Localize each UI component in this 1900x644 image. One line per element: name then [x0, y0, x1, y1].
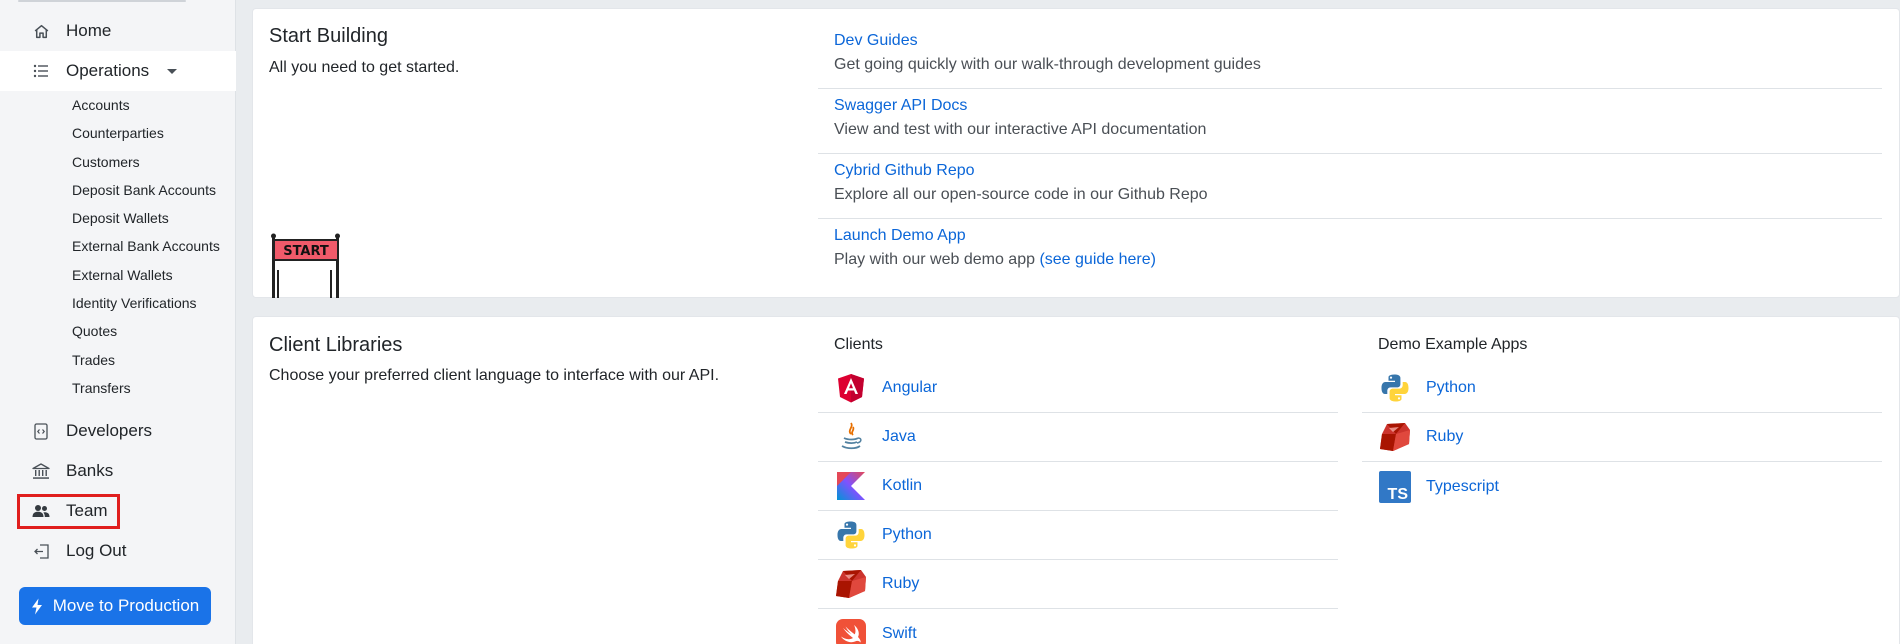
demo-typescript-link[interactable]: Typescript: [1426, 478, 1499, 496]
clients-heading: Clients: [834, 336, 883, 353]
list-item: Angular: [818, 364, 1338, 413]
sidebar-item-label: Banks: [66, 461, 114, 480]
ruby-icon: [834, 567, 868, 601]
list-item: TS Typescript: [1362, 462, 1882, 511]
demo-apps-heading: Demo Example Apps: [1378, 336, 1528, 353]
client-angular-link[interactable]: Angular: [882, 379, 937, 397]
list-item: Python: [1362, 364, 1882, 413]
sidebar-subitem-customers[interactable]: Customers: [72, 152, 140, 172]
see-guide-link[interactable]: (see guide here): [1039, 251, 1156, 268]
client-kotlin-link[interactable]: Kotlin: [882, 477, 922, 495]
bank-icon: [32, 462, 50, 480]
sidebar-subitem-deposit-bank-accounts[interactable]: Deposit Bank Accounts: [72, 180, 216, 200]
list-item: Kotlin: [818, 462, 1338, 511]
sidebar-top-divider: [18, 0, 186, 2]
list-item: Swagger API Docs View and test with our …: [818, 89, 1882, 154]
code-file-icon: [32, 422, 50, 440]
client-swift-link[interactable]: Swift: [882, 625, 917, 643]
start-banner-text: START: [283, 244, 329, 259]
sidebar-subitem-trades[interactable]: Trades: [72, 350, 115, 370]
sidebar-subitem-quotes[interactable]: Quotes: [72, 321, 117, 341]
link-description: View and test with our interactive API d…: [834, 121, 1207, 138]
logout-icon: [32, 542, 50, 560]
list-icon: [32, 62, 50, 80]
python-icon: [1378, 371, 1412, 405]
lightning-icon: [31, 598, 43, 615]
cybrid-github-repo-link[interactable]: Cybrid Github Repo: [834, 162, 975, 180]
sidebar-item-home[interactable]: Home: [0, 11, 236, 51]
start-building-title: Start Building: [269, 25, 388, 47]
sidebar-subitem-deposit-wallets[interactable]: Deposit Wallets: [72, 208, 169, 228]
swagger-api-docs-link[interactable]: Swagger API Docs: [834, 97, 967, 115]
move-to-production-label: Move to Production: [52, 596, 200, 615]
team-highlight-box: [17, 494, 120, 529]
start-building-subtitle: All you need to get started.: [269, 59, 460, 76]
sidebar: Home Operations Accounts Counterparties …: [0, 0, 236, 644]
link-description: Get going quickly with our walk-through …: [834, 56, 1261, 73]
chevron-down-icon[interactable]: [167, 68, 178, 74]
list-item: Swift: [818, 609, 1338, 644]
launch-demo-app-link[interactable]: Launch Demo App: [834, 227, 966, 245]
home-icon: [32, 22, 50, 40]
list-item: Launch Demo App Play with our web demo a…: [818, 219, 1882, 284]
typescript-icon: TS: [1378, 470, 1412, 504]
sidebar-item-operations[interactable]: Operations: [0, 51, 236, 91]
java-icon: [834, 420, 868, 454]
sidebar-item-banks[interactable]: Banks: [0, 451, 236, 491]
sidebar-item-label: Developers: [66, 421, 152, 440]
angular-icon: [834, 371, 868, 405]
list-item: Cybrid Github Repo Explore all our open-…: [818, 154, 1882, 219]
list-item: Ruby: [818, 560, 1338, 609]
client-java-link[interactable]: Java: [882, 428, 916, 446]
link-description: Play with our web demo app (see guide he…: [834, 251, 1156, 269]
python-icon: [834, 518, 868, 552]
client-python-link[interactable]: Python: [882, 526, 932, 544]
client-libraries-title: Client Libraries: [269, 334, 403, 356]
kotlin-icon: [834, 469, 868, 503]
client-libraries-subtitle: Choose your preferred client language to…: [269, 367, 720, 384]
sidebar-item-label: Home: [66, 21, 112, 40]
link-description-text: Play with our web demo app: [834, 251, 1035, 268]
move-to-production-button[interactable]: Move to Production: [19, 587, 211, 625]
svg-text:TS: TS: [1388, 486, 1409, 503]
list-item: Java: [818, 413, 1338, 462]
sidebar-subitem-transfers[interactable]: Transfers: [72, 378, 131, 398]
sidebar-subitem-counterparties[interactable]: Counterparties: [72, 123, 164, 143]
client-ruby-link[interactable]: Ruby: [882, 575, 919, 593]
sidebar-subitem-accounts[interactable]: Accounts: [72, 95, 130, 115]
sidebar-item-developers[interactable]: Developers: [0, 411, 236, 451]
list-item: Ruby: [1362, 413, 1882, 462]
sidebar-subitem-external-bank-accounts[interactable]: External Bank Accounts: [72, 236, 220, 256]
demo-ruby-link[interactable]: Ruby: [1426, 428, 1463, 446]
sidebar-item-logout[interactable]: Log Out: [0, 531, 236, 571]
sidebar-subitem-external-wallets[interactable]: External Wallets: [72, 265, 173, 285]
sidebar-item-label: Operations: [66, 61, 150, 80]
ruby-icon: [1378, 420, 1412, 454]
list-item: Python: [818, 511, 1338, 560]
dev-guides-link[interactable]: Dev Guides: [834, 32, 918, 50]
link-description: Explore all our open-source code in our …: [834, 186, 1208, 203]
swift-icon: [834, 617, 868, 644]
demo-python-link[interactable]: Python: [1426, 379, 1476, 397]
start-banner-illustration: START: [268, 232, 344, 298]
sidebar-subitem-identity-verifications[interactable]: Identity Verifications: [72, 293, 197, 313]
list-item: Dev Guides Get going quickly with our wa…: [818, 24, 1882, 89]
sidebar-item-label: Log Out: [66, 541, 127, 560]
